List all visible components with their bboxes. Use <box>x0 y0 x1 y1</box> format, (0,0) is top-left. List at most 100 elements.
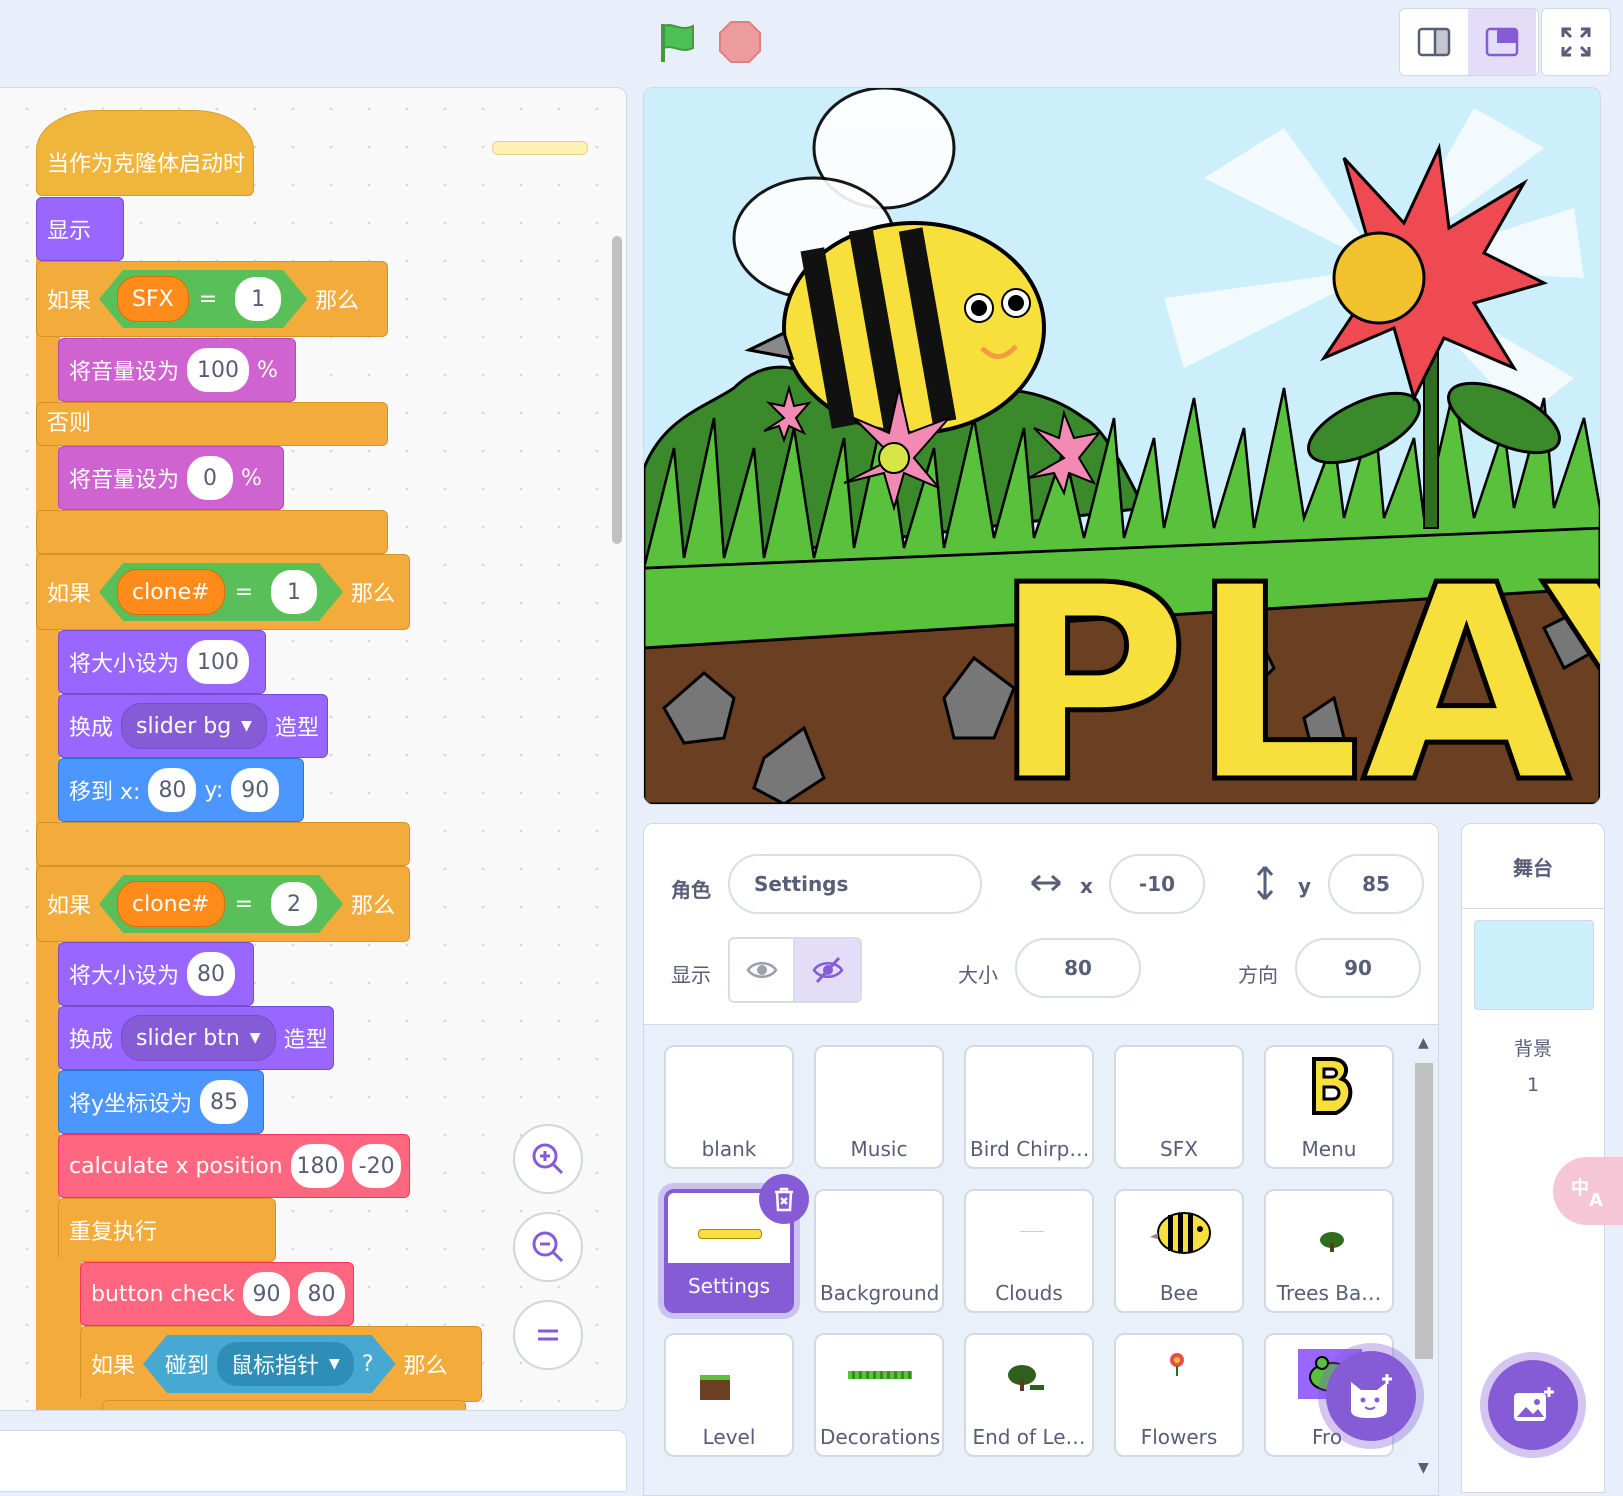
zoom-reset-button[interactable] <box>513 1300 583 1370</box>
translate-button[interactable]: 中A <box>1553 1157 1623 1225</box>
forever-block[interactable]: 重复执行 <box>58 1198 276 1262</box>
zoom-out-button[interactable] <box>513 1212 583 1282</box>
sprite-tile[interactable]: Flowers <box>1114 1333 1244 1457</box>
direction-input[interactable]: 90 <box>1295 938 1421 998</box>
clone-start-hat-block[interactable]: 当作为克隆体启动时 <box>36 110 254 196</box>
sprite-name: Clouds <box>995 1281 1063 1305</box>
sprite-tile[interactable]: Decorations <box>814 1333 944 1457</box>
scroll-thumb[interactable] <box>1415 1063 1433 1359</box>
sprite-tile[interactable]: End of Le… <box>964 1333 1094 1457</box>
backdrops-count: 1 <box>1526 1074 1540 1096</box>
value-input[interactable]: 1 <box>271 570 317 614</box>
add-sprite-button[interactable] <box>1326 1351 1416 1441</box>
x-input[interactable]: -10 <box>1109 854 1205 914</box>
switch-costume-block[interactable]: 换成 slider bg ▼ 造型 <box>58 694 328 758</box>
size-input[interactable]: 80 <box>187 952 236 996</box>
size-input[interactable]: 80 <box>1015 938 1141 998</box>
go-to-xy-block[interactable]: 移到 x: 80 y: 90 <box>58 758 304 822</box>
volume-input[interactable]: 100 <box>187 348 250 392</box>
y-input[interactable]: 85 <box>200 1080 249 1124</box>
zoom-in-icon <box>532 1143 564 1175</box>
stop-icon[interactable] <box>718 20 762 64</box>
sprite-name-input[interactable]: Settings <box>728 854 982 914</box>
if-block[interactable]: 如果 clone# = 1 那么 <box>36 554 410 630</box>
if-block[interactable]: 如果 clone# = 2 那么 <box>36 866 410 942</box>
calculate-x-position-block[interactable]: calculate x position 180 -20 <box>58 1134 410 1198</box>
stage-thumbnail[interactable] <box>1474 920 1594 1010</box>
eye-icon <box>746 962 778 978</box>
set-size-block[interactable]: 将大小设为 80 <box>58 942 254 1006</box>
if-label: 如果 <box>91 1354 136 1379</box>
small-stage-button[interactable] <box>1400 9 1468 75</box>
else-section: 否则 <box>36 402 388 446</box>
hat-label: 当作为克隆体启动时 <box>47 152 246 177</box>
set-size-block[interactable]: 将大小设为 100 <box>58 630 266 694</box>
sprite-tile[interactable]: Bee <box>1114 1189 1244 1313</box>
if-block[interactable]: 如果 SFX = 1 那么 <box>36 261 388 337</box>
nested-block[interactable] <box>102 1400 466 1410</box>
volume-input[interactable]: 0 <box>187 456 234 500</box>
touching-label: 碰到 <box>165 1354 210 1379</box>
level-sprite-thumbnail <box>700 1375 730 1400</box>
value-input[interactable]: 2 <box>271 882 317 926</box>
sprite-list-scrollbar[interactable]: ▲ ▼ <box>1411 1035 1437 1487</box>
switch-costume-block[interactable]: 换成 slider btn ▼ 造型 <box>58 1006 334 1070</box>
show-block[interactable]: 显示 <box>36 197 124 261</box>
button-check-label: button check <box>91 1281 235 1307</box>
y-input[interactable]: 90 <box>231 768 280 812</box>
variable-clone-number[interactable]: clone# <box>117 569 225 615</box>
y-value: 85 <box>1362 872 1390 896</box>
show-sprite-button[interactable] <box>730 939 793 1001</box>
if-block[interactable]: 如果 碰到 鼠标指针 ▼? 那么 <box>80 1326 482 1402</box>
sprite-tile[interactable]: SFX <box>1114 1045 1244 1169</box>
costume-dropdown[interactable]: slider btn ▼ <box>121 1015 276 1061</box>
hide-sprite-button[interactable] <box>793 939 860 1001</box>
value-input[interactable]: 1 <box>235 277 281 321</box>
button-check-block[interactable]: button check 90 80 <box>80 1262 354 1326</box>
arg-input[interactable]: -20 <box>352 1144 401 1188</box>
arg-input[interactable]: 90 <box>242 1272 290 1316</box>
equals-operator[interactable]: clone# = 2 <box>99 875 343 933</box>
code-workspace[interactable]: 当作为克隆体启动时 显示 如果 SFX = 1 那么 将音量设为 100% 否则 将音… <box>0 87 627 1411</box>
equals-operator[interactable]: SFX = 1 <box>99 270 307 328</box>
arg-input[interactable]: 80 <box>297 1272 345 1316</box>
zoom-in-button[interactable] <box>513 1124 583 1194</box>
sprite-tile[interactable]: Trees Ba… <box>1264 1189 1394 1313</box>
eye-hidden-icon <box>812 956 844 984</box>
then-label: 那么 <box>351 582 396 607</box>
set-y-block[interactable]: 将y坐标设为 85 <box>58 1070 264 1134</box>
y-input[interactable]: 85 <box>1328 854 1424 914</box>
if-label: 如果 <box>47 289 92 314</box>
sprite-tile[interactable]: Music <box>814 1045 944 1169</box>
size-input[interactable]: 100 <box>187 640 250 684</box>
sprite-tile[interactable]: Level <box>664 1333 794 1457</box>
y-arrows-icon <box>1253 864 1277 906</box>
sprite-tile[interactable]: blank <box>664 1045 794 1169</box>
costume-dropdown[interactable]: slider bg ▼ <box>121 703 267 749</box>
if-block-end <box>36 510 388 554</box>
touching-sensor[interactable]: 碰到 鼠标指针 ▼? <box>143 1335 396 1393</box>
workspace-scrollbar[interactable] <box>612 236 622 544</box>
sprite-tile[interactable]: Menu <box>1264 1045 1394 1169</box>
arg-input[interactable]: 180 <box>290 1144 345 1188</box>
variable-clone-number[interactable]: clone# <box>117 881 225 927</box>
backdrops-label: 背景 <box>1513 1038 1552 1060</box>
set-volume-block[interactable]: 将音量设为 100% <box>58 338 296 402</box>
fullscreen-button[interactable] <box>1541 8 1611 76</box>
variable-sfx[interactable]: SFX <box>117 276 189 322</box>
touching-dropdown[interactable]: 鼠标指针 ▼ <box>217 1342 354 1386</box>
sprite-tile[interactable]: Clouds <box>964 1189 1094 1313</box>
sprite-tile[interactable]: Bird Chirp… <box>964 1045 1094 1169</box>
equals-operator[interactable]: clone# = 1 <box>99 563 343 621</box>
sprite-name: Level <box>702 1425 756 1449</box>
delete-sprite-button[interactable] <box>759 1174 809 1224</box>
sprite-tile[interactable]: Background <box>814 1189 944 1313</box>
scroll-down-icon: ▼ <box>1418 1460 1429 1476</box>
add-backdrop-button[interactable] <box>1488 1360 1578 1450</box>
set-volume-block[interactable]: 将音量设为 0% <box>58 446 284 510</box>
green-flag-icon[interactable] <box>655 20 699 64</box>
stage-canvas[interactable]: PLAY <box>643 87 1601 805</box>
large-stage-button[interactable] <box>1468 9 1536 75</box>
comment-note[interactable] <box>492 141 588 155</box>
x-input[interactable]: 80 <box>148 768 197 812</box>
